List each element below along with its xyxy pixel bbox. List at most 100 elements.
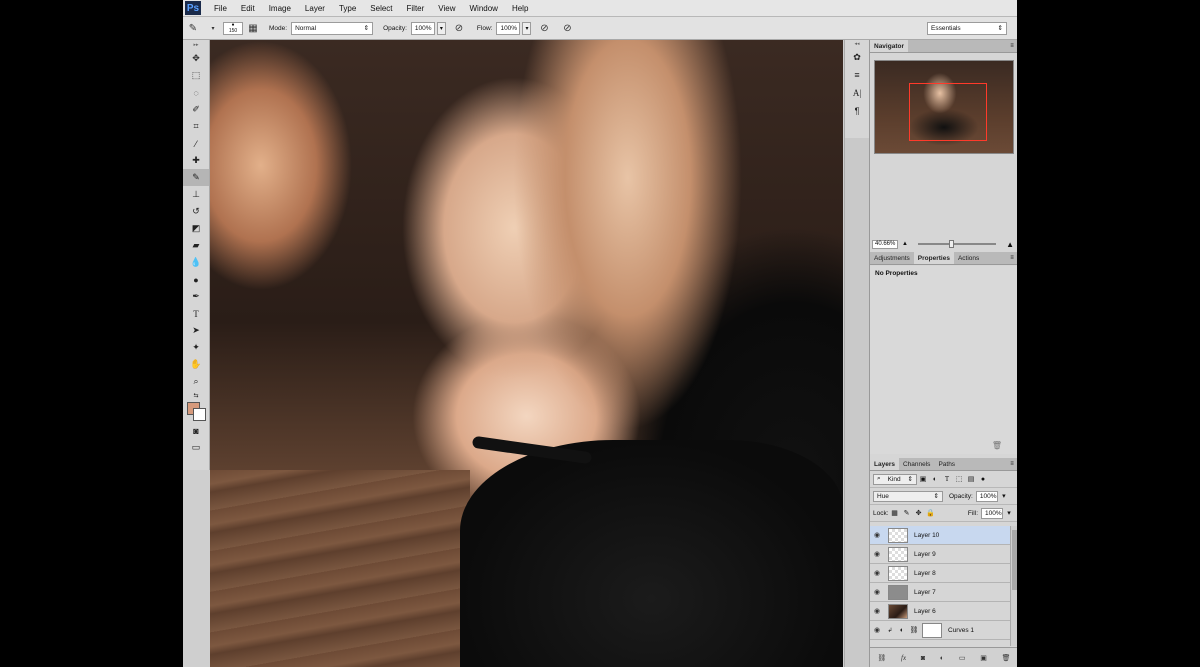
blur-tool-icon[interactable]: 💧 bbox=[183, 254, 209, 271]
type-tool-icon[interactable]: T bbox=[183, 305, 209, 322]
trash-icon[interactable]: 🗑 bbox=[1002, 654, 1011, 662]
layer-opacity-field[interactable]: 100% bbox=[975, 490, 998, 502]
link-layers-icon[interactable]: ⛓ bbox=[877, 654, 886, 662]
quick-select-tool-icon[interactable]: ✐ bbox=[183, 101, 209, 118]
tab-paths[interactable]: Paths bbox=[934, 458, 959, 470]
brush-tool-icon[interactable]: ✎ bbox=[183, 169, 209, 186]
menu-help[interactable]: Help bbox=[505, 4, 535, 13]
navigator-thumbnail[interactable] bbox=[874, 60, 1014, 154]
eye-icon[interactable]: ◉ bbox=[870, 626, 884, 634]
type-filter-icon[interactable]: T bbox=[942, 475, 952, 483]
character-panel-icon[interactable]: A| bbox=[845, 84, 869, 102]
pen-tool-icon[interactable]: ✒ bbox=[183, 288, 209, 305]
paragraph-panel-icon[interactable]: ¶ bbox=[845, 102, 869, 120]
zoom-slider[interactable] bbox=[917, 240, 997, 248]
tab-actions[interactable]: Actions bbox=[954, 252, 983, 264]
shape-filter-icon[interactable]: ⬚ bbox=[954, 475, 964, 483]
menu-layer[interactable]: Layer bbox=[298, 4, 332, 13]
lasso-tool-icon[interactable]: ◌ bbox=[183, 84, 209, 101]
marquee-tool-icon[interactable]: ⬚ bbox=[183, 67, 209, 84]
navigator-view-box[interactable] bbox=[909, 83, 987, 141]
opacity-field[interactable]: 100% bbox=[410, 21, 435, 35]
menu-view[interactable]: View bbox=[431, 4, 462, 13]
tab-properties[interactable]: Properties bbox=[913, 252, 954, 264]
zoom-in-icon[interactable]: ▲ bbox=[1006, 240, 1014, 249]
brush-panel-toggle-icon[interactable]: ▦ bbox=[246, 21, 260, 35]
eye-icon[interactable]: ◉ bbox=[870, 550, 884, 558]
chevron-down-icon[interactable]: ▾ bbox=[1004, 509, 1014, 517]
add-mask-icon[interactable]: ◙ bbox=[921, 655, 925, 662]
menu-window[interactable]: Window bbox=[463, 4, 505, 13]
workspace-select[interactable]: Essentials ⇕ bbox=[927, 21, 1007, 35]
document-canvas[interactable] bbox=[210, 40, 843, 667]
pixel-filter-icon[interactable]: ▣ bbox=[918, 475, 928, 483]
eraser-tool-icon[interactable]: ◩ bbox=[183, 220, 209, 237]
panel-menu-icon[interactable]: ≡ bbox=[1006, 252, 1017, 264]
layer-row[interactable]: ◉ Layer 9 bbox=[870, 545, 1010, 564]
flow-field[interactable]: 100% bbox=[496, 21, 521, 35]
fx-icon[interactable]: fx bbox=[901, 654, 906, 662]
move-tool-icon[interactable]: ✥ bbox=[183, 50, 209, 67]
color-swatches[interactable] bbox=[183, 400, 209, 422]
eye-icon[interactable]: ◉ bbox=[870, 569, 884, 577]
zoom-field[interactable]: 40.66% bbox=[872, 239, 898, 249]
eyedropper-tool-icon[interactable]: ⁄ bbox=[183, 135, 209, 152]
history-brush-tool-icon[interactable]: ↺ bbox=[183, 203, 209, 220]
tab-layers[interactable]: Layers bbox=[870, 458, 899, 470]
smart-object-filter-icon[interactable]: ▤ bbox=[966, 475, 976, 483]
layer-row[interactable]: ◉ Layer 6 bbox=[870, 602, 1010, 621]
panel-menu-icon[interactable]: ≡ bbox=[1006, 458, 1017, 470]
blend-mode-select[interactable]: Hue ⇕ bbox=[873, 490, 943, 502]
pressure-opacity-icon[interactable]: ⊘ bbox=[452, 21, 466, 35]
fill-field[interactable]: 100% bbox=[981, 507, 1003, 519]
menu-image[interactable]: Image bbox=[262, 4, 298, 13]
quick-mask-icon[interactable]: ◙ bbox=[183, 422, 209, 439]
menu-type[interactable]: Type bbox=[332, 4, 363, 13]
brush-preset-icon[interactable]: ✎ bbox=[186, 21, 200, 35]
new-adjustment-icon[interactable]: ◐ bbox=[940, 655, 944, 662]
lock-transparent-icon[interactable]: ▦ bbox=[890, 509, 900, 517]
panel-grip[interactable]: ▸▸ bbox=[183, 40, 209, 50]
lock-pixels-icon[interactable]: ✎ bbox=[902, 509, 912, 517]
adjustment-filter-icon[interactable]: ◐ bbox=[930, 476, 940, 483]
gradient-tool-icon[interactable]: ▰ bbox=[183, 237, 209, 254]
layer-row[interactable]: ◉ Layer 7 bbox=[870, 583, 1010, 602]
chevron-down-icon[interactable]: ▾ bbox=[206, 21, 220, 35]
trash-icon[interactable]: 🗑 bbox=[992, 441, 1002, 450]
link-icon[interactable]: ⛓ bbox=[909, 626, 919, 634]
menu-select[interactable]: Select bbox=[363, 4, 399, 13]
zoom-out-icon[interactable]: ▲ bbox=[902, 241, 908, 247]
mode-select[interactable]: Normal ⇕ bbox=[291, 21, 374, 35]
filter-toggle-icon[interactable]: ● bbox=[978, 476, 988, 483]
clone-stamp-tool-icon[interactable]: ⊥ bbox=[183, 186, 209, 203]
swap-colors-icon[interactable]: ⇆ bbox=[183, 390, 209, 400]
brush-size-picker[interactable]: ● 150 bbox=[223, 21, 243, 35]
pressure-size-icon[interactable]: ⊘ bbox=[560, 21, 574, 35]
background-color-swatch[interactable] bbox=[193, 408, 206, 421]
screen-mode-icon[interactable]: ▭ bbox=[183, 439, 209, 456]
zoom-tool-icon[interactable]: ⌕ bbox=[183, 373, 209, 390]
brush-presets-icon[interactable]: ✿ bbox=[845, 48, 869, 66]
new-group-icon[interactable]: ▭ bbox=[959, 654, 966, 662]
shape-tool-icon[interactable]: ✦ bbox=[183, 339, 209, 356]
panel-grip[interactable]: ◂◂ bbox=[845, 40, 869, 48]
layers-scrollbar[interactable] bbox=[1010, 526, 1017, 646]
layers-scrollbar-thumb[interactable] bbox=[1012, 530, 1017, 590]
zoom-slider-thumb[interactable] bbox=[949, 240, 955, 248]
lock-all-icon[interactable]: 🔒 bbox=[926, 509, 936, 517]
lock-position-icon[interactable]: ✥ bbox=[914, 509, 924, 517]
flow-dropdown-icon[interactable]: ▾ bbox=[522, 21, 532, 35]
menu-filter[interactable]: Filter bbox=[400, 4, 432, 13]
eye-icon[interactable]: ◉ bbox=[870, 607, 884, 615]
chevron-down-icon[interactable]: ▾ bbox=[999, 492, 1009, 500]
opacity-dropdown-icon[interactable]: ▾ bbox=[436, 21, 446, 35]
path-select-tool-icon[interactable]: ➤ bbox=[183, 322, 209, 339]
panel-menu-icon[interactable]: ≡ bbox=[1006, 40, 1017, 52]
layer-row[interactable]: ◉ Layer 8 bbox=[870, 564, 1010, 583]
dodge-tool-icon[interactable]: ● bbox=[183, 271, 209, 288]
kind-filter-select[interactable]: ⌕ Kind ⇕ bbox=[873, 473, 917, 485]
layer-row[interactable]: ◉ Layer 10 bbox=[870, 526, 1010, 545]
crop-tool-icon[interactable]: ⌗ bbox=[183, 118, 209, 135]
new-layer-icon[interactable]: ▣ bbox=[980, 654, 987, 662]
brush-panel-icon[interactable]: ≡ bbox=[845, 66, 869, 84]
